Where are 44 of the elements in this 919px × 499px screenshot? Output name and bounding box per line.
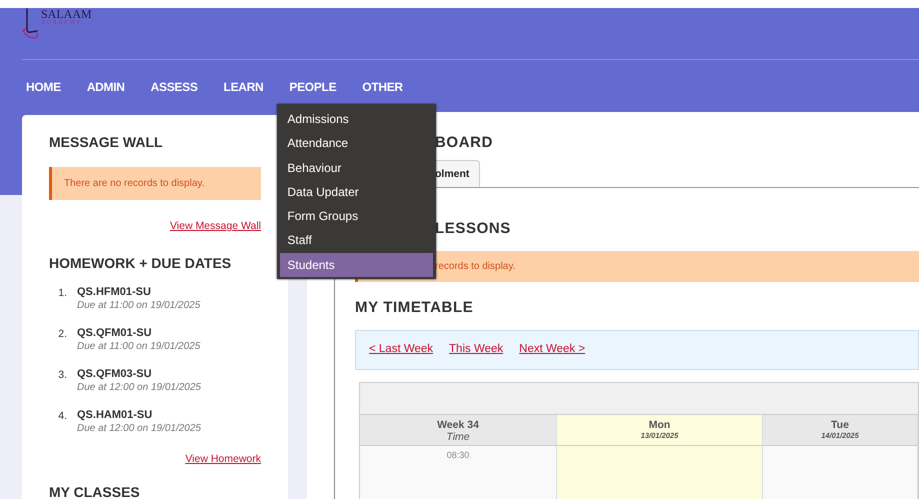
due-date: Due at 11:00 on 19/01/2025 bbox=[77, 299, 200, 312]
homework-title: QS.QFM03-SU bbox=[77, 368, 153, 381]
time-label: Time bbox=[445, 431, 471, 443]
section-title: HOMEWORK + DUE DATES bbox=[49, 254, 232, 272]
section-title: MY TIMETABLE bbox=[355, 299, 474, 317]
section-title: MY CLASSES bbox=[49, 483, 141, 499]
week-link[interactable]: < Last Week bbox=[369, 341, 434, 359]
section-title: MESSAGE WALL bbox=[49, 133, 164, 151]
menu-item[interactable]: Admissions bbox=[280, 107, 434, 132]
menu-item[interactable]: Behaviour bbox=[280, 156, 434, 180]
notice-text: There are no records to display. bbox=[49, 167, 261, 200]
list-number: 1. bbox=[57, 286, 68, 301]
day-name: Mon bbox=[648, 419, 672, 431]
menu-item[interactable]: Data Updater bbox=[280, 180, 434, 204]
list-number: 4. bbox=[57, 409, 68, 424]
logo-text: SALAAM bbox=[41, 8, 92, 20]
due-date: Due at 12:00 on 19/01/2025 bbox=[77, 422, 201, 435]
list-number: 3. bbox=[57, 368, 68, 383]
section-title: LESSONS bbox=[435, 220, 512, 238]
tab[interactable]: olment bbox=[435, 160, 480, 187]
day-name: Tue bbox=[830, 419, 850, 431]
menu-item[interactable]: Staff bbox=[280, 228, 434, 253]
nav-link[interactable]: LEARN bbox=[224, 77, 264, 97]
homework-title: QS.HAM01-SU bbox=[77, 409, 154, 422]
section-title: BOARD bbox=[435, 134, 494, 152]
menu-item[interactable]: Students bbox=[280, 252, 434, 278]
menu-item[interactable]: Attendance bbox=[280, 131, 434, 156]
logo-icon bbox=[22, 8, 40, 39]
week-link[interactable]: This Week bbox=[449, 341, 504, 359]
view-link[interactable]: View Homework bbox=[185, 453, 261, 465]
nav-link[interactable]: OTHER bbox=[362, 77, 403, 97]
due-date: Due at 11:00 on 19/01/2025 bbox=[77, 340, 200, 353]
nav-link[interactable]: HOME bbox=[26, 77, 61, 97]
homework-title: QS.QFM01-SU bbox=[77, 327, 153, 340]
due-date: Due at 12:00 on 19/01/2025 bbox=[77, 381, 201, 394]
list-number: 2. bbox=[57, 327, 68, 342]
homework-title: QS.HFM01-SU bbox=[77, 286, 152, 299]
nav-link[interactable]: ADMIN bbox=[86, 77, 125, 97]
view-link[interactable]: View Message Wall bbox=[170, 220, 261, 232]
week-label: Week 34 bbox=[436, 419, 480, 431]
nav-link[interactable]: ASSESS bbox=[150, 77, 198, 97]
menu-item[interactable]: Form Groups bbox=[280, 204, 434, 228]
week-link[interactable]: Next Week > bbox=[519, 341, 586, 359]
time-text: 08:30 bbox=[446, 449, 470, 462]
